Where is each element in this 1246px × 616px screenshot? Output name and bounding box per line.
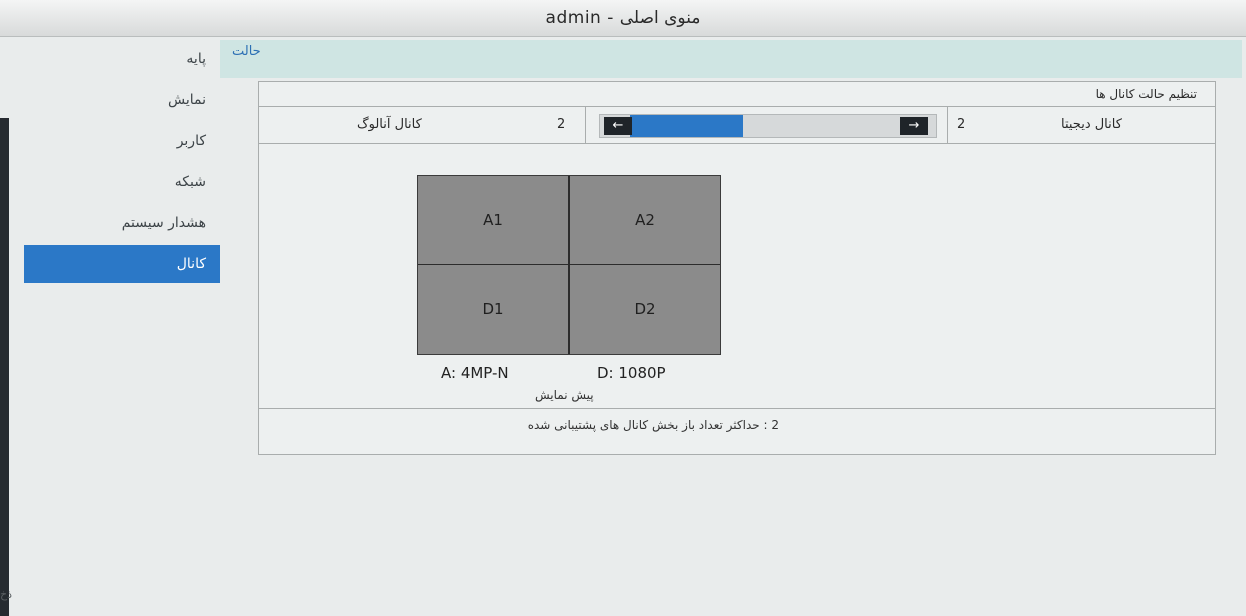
channel-split-slider[interactable]: ← → <box>599 114 937 138</box>
left-edge-strip <box>0 118 9 616</box>
preview-quadrant-a2: A2 <box>635 211 655 229</box>
preview-caption: پیش نمایش <box>535 388 594 402</box>
digital-resolution: D: 1080P <box>597 364 666 382</box>
window-title: admin - منوی اصلی <box>545 8 701 28</box>
analog-channel-label: کانال آنالوگ <box>357 117 422 132</box>
sidebar-item-system-alarm[interactable]: هشدار سیستم <box>24 204 220 242</box>
footer-divider <box>259 408 1215 409</box>
arrow-right-icon: → <box>908 118 920 133</box>
sidebar-item-label: نمایش <box>167 92 206 108</box>
preview-divider-vertical <box>568 176 570 354</box>
decrease-analog-button[interactable]: ← <box>604 117 632 135</box>
analog-resolution: A: 4MP-N <box>441 364 509 382</box>
corner-fragment: ذخ <box>0 588 12 601</box>
channel-preview-grid: A1 A2 D1 D2 <box>417 175 721 355</box>
sidebar-item-label: هشدار سیستم <box>121 215 206 231</box>
row-divider <box>585 107 586 143</box>
slider-fill <box>630 115 743 137</box>
sidebar-item-basic[interactable]: پایه <box>24 40 220 78</box>
arrow-left-icon: ← <box>612 118 624 133</box>
digital-channel-value: 2 <box>957 117 966 132</box>
increase-analog-button[interactable]: → <box>900 117 928 135</box>
analog-channel-value: 2 <box>557 117 566 132</box>
panel-title: تنظیم حالت کانال ها <box>259 82 1215 107</box>
sidebar-item-label: پایه <box>186 51 206 67</box>
window-title-bar: admin - منوی اصلی <box>0 0 1246 37</box>
sidebar-item-label: کانال <box>176 256 206 272</box>
sidebar-item-user[interactable]: کاربر <box>24 122 220 160</box>
preview-divider-horizontal <box>418 264 720 265</box>
tab-mode[interactable]: حالت <box>232 44 261 59</box>
channel-config-row: کانال آنالوگ 2 ← → 2 کانال دیجیتا <box>259 107 1215 144</box>
sidebar-item-label: شبکه <box>174 174 206 190</box>
sidebar: پایه نمایش کاربر شبکه هشدار سیستم کانال <box>24 40 220 286</box>
preview-quadrant-d2: D2 <box>634 300 656 318</box>
preview-quadrant-d1: D1 <box>482 300 504 318</box>
sidebar-item-network[interactable]: شبکه <box>24 163 220 201</box>
channel-mode-panel: تنظیم حالت کانال ها کانال آنالوگ 2 ← → 2… <box>258 81 1216 455</box>
max-playback-channels-note: 2 : حداکثر تعداد باز بخش کانال های پشتیب… <box>527 418 779 432</box>
sidebar-item-display[interactable]: نمایش <box>24 81 220 119</box>
row-divider <box>947 107 948 143</box>
tab-bar: حالت <box>220 40 1242 78</box>
sidebar-item-channel[interactable]: کانال <box>24 245 220 283</box>
digital-channel-label: کانال دیجیتا <box>1061 117 1122 132</box>
preview-quadrant-a1: A1 <box>483 211 503 229</box>
sidebar-item-label: کاربر <box>176 133 206 149</box>
